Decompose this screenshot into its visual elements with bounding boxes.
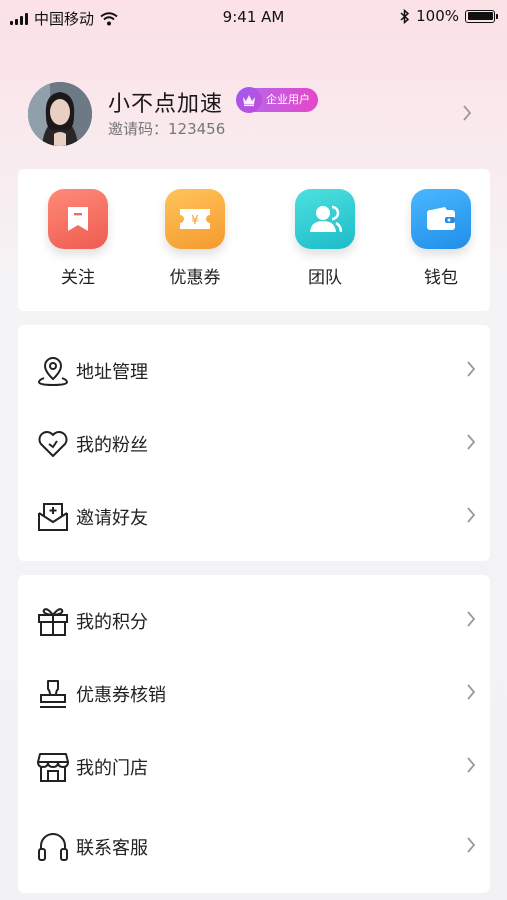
status-bar: 中国移动 9:41 AM 100%: [0, 0, 507, 34]
quick-action-label: 关注: [61, 268, 95, 288]
enterprise-user-badge: 企业用户: [236, 87, 318, 113]
battery-icon: [465, 9, 498, 23]
menu-item-label: 邀请好友: [76, 508, 148, 529]
heart-icon: [38, 431, 68, 457]
avatar-image: [28, 82, 92, 146]
battery-percent: 100%: [416, 7, 459, 25]
quick-action-label: 钱包: [424, 268, 458, 288]
wallet-icon: [411, 189, 471, 249]
chevron-right-icon: [467, 837, 476, 853]
menu-card-1: 地址管理 我的粉丝 邀请好友: [18, 325, 490, 561]
quick-action-follow[interactable]: 关注: [33, 189, 123, 288]
gift-icon: [38, 608, 68, 636]
menu-item-label: 我的门店: [76, 758, 148, 779]
quick-action-label: 团队: [308, 268, 342, 288]
battery-fill: [467, 12, 493, 20]
chevron-right-icon: [467, 361, 476, 377]
location-pin-icon: [37, 356, 69, 387]
chevron-right-icon: [463, 105, 472, 121]
chevron-right-icon: [467, 757, 476, 773]
menu-card-2: 我的积分 优惠券核销 我的门店 联系客服: [18, 575, 490, 893]
bluetooth-icon: [400, 8, 410, 24]
menu-item-label: 我的积分: [76, 612, 148, 633]
menu-item-fans[interactable]: 我的粉丝: [18, 417, 490, 469]
menu-item-label: 地址管理: [76, 362, 148, 383]
headset-icon: [38, 833, 68, 861]
chevron-right-icon: [467, 434, 476, 450]
store-icon: [37, 753, 69, 782]
crown-icon: [236, 87, 262, 113]
menu-item-store[interactable]: 我的门店: [18, 740, 490, 792]
menu-item-label: 联系客服: [76, 838, 148, 859]
coupon-icon: ¥: [165, 189, 225, 249]
menu-item-invite[interactable]: 邀请好友: [18, 490, 490, 542]
svg-text:¥: ¥: [191, 213, 199, 227]
menu-item-label: 优惠券核销: [76, 685, 166, 706]
user-name: 小不点加速: [108, 92, 224, 117]
invite-envelope-icon: [38, 503, 68, 531]
menu-item-customer-service[interactable]: 联系客服: [18, 820, 490, 872]
bookmark-icon: [48, 189, 108, 249]
menu-item-points[interactable]: 我的积分: [18, 594, 490, 646]
quick-action-team[interactable]: 团队: [280, 189, 370, 288]
status-right: 100%: [400, 7, 498, 25]
menu-item-address[interactable]: 地址管理: [18, 344, 490, 396]
chevron-right-icon: [467, 507, 476, 523]
invite-code: 邀请码：123456: [108, 120, 226, 138]
quick-action-wallet[interactable]: 钱包: [396, 189, 486, 288]
team-icon: [295, 189, 355, 249]
quick-action-label: 优惠券: [169, 268, 221, 288]
chevron-right-icon: [467, 611, 476, 627]
profile-header[interactable]: 小不点加速 企业用户 邀请码：123456: [28, 82, 480, 146]
stamp-icon: [40, 680, 66, 708]
chevron-right-icon: [467, 684, 476, 700]
badge-label: 企业用户: [266, 93, 310, 106]
quick-actions-card: 关注 ¥ 优惠券 团队 钱包: [18, 169, 490, 311]
quick-action-coupon[interactable]: ¥ 优惠券: [150, 189, 240, 288]
menu-item-label: 我的粉丝: [76, 435, 148, 456]
menu-item-coupon-redeem[interactable]: 优惠券核销: [18, 667, 490, 719]
avatar[interactable]: [28, 82, 92, 146]
